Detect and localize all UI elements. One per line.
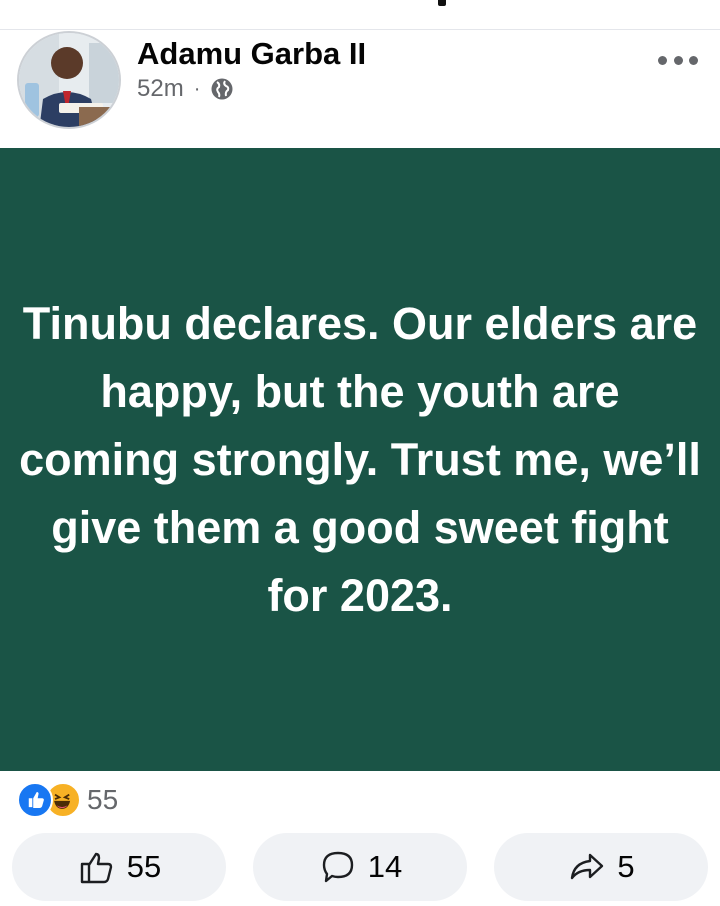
reaction-summary[interactable]: 55 [17,782,118,818]
reaction-count: 55 [87,784,119,815]
post-actions: 55 14 5 [12,833,708,901]
author-name[interactable]: Adamu Garba II [137,36,366,72]
meta-separator: · [193,77,201,100]
avatar[interactable] [17,31,121,129]
share-count: 5 [617,849,635,884]
like-count: 55 [126,849,162,884]
thumbs-up-icon [80,852,112,884]
comment-icon [322,851,353,883]
more-options-button[interactable] [655,48,701,72]
avatar-photo [19,33,119,127]
share-arrow-icon [571,853,604,880]
post-text-background[interactable]: Tinubu declares. Our elders are happy, b… [0,148,720,771]
globe-icon [211,78,233,100]
comment-count: 14 [367,849,403,884]
share-button[interactable]: 5 [494,833,708,901]
more-dot-icon [689,55,698,65]
more-dot-icon [673,55,683,65]
post-text: Tinubu declares. Our elders are happy, b… [19,297,701,621]
post-header: Adamu Garba II 52m · [0,0,720,129]
like-button[interactable]: 55 [12,833,226,901]
comment-button[interactable]: 14 [253,833,467,901]
post-time[interactable]: 52m [137,75,184,103]
post-meta: 52m · [137,75,234,103]
like-icon [17,782,53,818]
more-dot-icon [658,55,667,65]
